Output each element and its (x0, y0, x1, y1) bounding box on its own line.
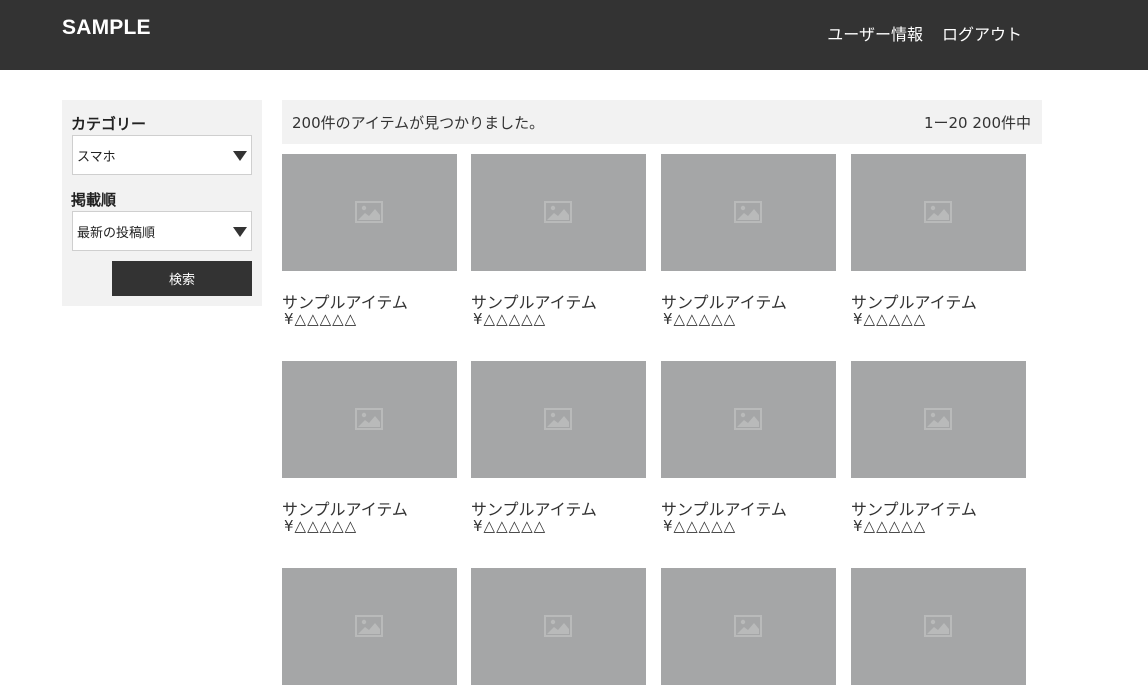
item-card[interactable] (471, 568, 646, 685)
item-price: ¥△△△△△ (473, 517, 547, 535)
item-price: ¥△△△△△ (853, 517, 927, 535)
item-thumbnail (851, 154, 1026, 271)
item-card[interactable]: サンプルアイテム ¥△△△△△ (661, 361, 836, 535)
item-price: ¥△△△△△ (663, 517, 737, 535)
item-thumbnail (471, 154, 646, 271)
item-price: ¥△△△△△ (853, 310, 927, 328)
image-placeholder-icon (544, 408, 572, 430)
image-placeholder-icon (924, 615, 952, 637)
item-thumbnail (282, 568, 457, 685)
category-select[interactable]: スマホ (72, 135, 252, 175)
image-placeholder-icon (544, 201, 572, 223)
item-thumbnail (851, 568, 1026, 685)
results-bar: 200件のアイテムが見つかりました。 1ー20 200件中 (282, 100, 1042, 144)
order-select-value: 最新の投稿順 (77, 226, 156, 241)
item-thumbnail (851, 361, 1026, 478)
item-price: ¥△△△△△ (473, 310, 547, 328)
image-placeholder-icon (734, 615, 762, 637)
item-thumbnail (471, 568, 646, 685)
image-placeholder-icon (924, 201, 952, 223)
item-thumbnail (471, 361, 646, 478)
search-sidebar: カテゴリー スマホ 掲載順 最新の投稿順 検索 (62, 100, 262, 306)
item-thumbnail (661, 568, 836, 685)
item-card[interactable]: サンプルアイテム ¥△△△△△ (851, 361, 1026, 535)
order-select[interactable]: 最新の投稿順 (72, 211, 252, 251)
item-card[interactable]: サンプルアイテム ¥△△△△△ (851, 154, 1026, 328)
item-card[interactable]: サンプルアイテム ¥△△△△△ (471, 154, 646, 328)
category-select-value: スマホ (77, 150, 116, 165)
item-card[interactable] (282, 568, 457, 685)
item-thumbnail (282, 361, 457, 478)
results-count: 200件のアイテムが見つかりました。 (292, 114, 545, 132)
triangle-down-icon (233, 227, 247, 237)
user-info-link[interactable]: ユーザー情報 (827, 21, 923, 45)
results-range: 1ー20 200件中 (923, 114, 1031, 132)
site-header: SAMPLE ユーザー情報 ログアウト (0, 0, 1148, 70)
image-placeholder-icon (734, 408, 762, 430)
item-thumbnail (282, 154, 457, 271)
header-nav: ユーザー情報 ログアウト (827, 21, 1022, 45)
item-price: ¥△△△△△ (284, 310, 358, 328)
item-thumbnail (661, 154, 836, 271)
item-price: ¥△△△△△ (663, 310, 737, 328)
item-card[interactable] (661, 568, 836, 685)
category-label: カテゴリー (71, 115, 147, 133)
item-price: ¥△△△△△ (284, 517, 358, 535)
site-logo[interactable]: SAMPLE (62, 16, 151, 40)
item-thumbnail (661, 361, 836, 478)
image-placeholder-icon (924, 408, 952, 430)
item-card[interactable]: サンプルアイテム ¥△△△△△ (282, 361, 457, 535)
item-card[interactable] (851, 568, 1026, 685)
order-label: 掲載順 (71, 191, 117, 209)
logout-link[interactable]: ログアウト (942, 21, 1022, 45)
item-card[interactable]: サンプルアイテム ¥△△△△△ (471, 361, 646, 535)
item-card[interactable]: サンプルアイテム ¥△△△△△ (282, 154, 457, 328)
image-placeholder-icon (355, 201, 383, 223)
image-placeholder-icon (355, 408, 383, 430)
image-placeholder-icon (544, 615, 572, 637)
image-placeholder-icon (355, 615, 383, 637)
triangle-down-icon (233, 151, 247, 161)
item-card[interactable]: サンプルアイテム ¥△△△△△ (661, 154, 836, 328)
image-placeholder-icon (734, 201, 762, 223)
search-button[interactable]: 検索 (112, 261, 252, 296)
